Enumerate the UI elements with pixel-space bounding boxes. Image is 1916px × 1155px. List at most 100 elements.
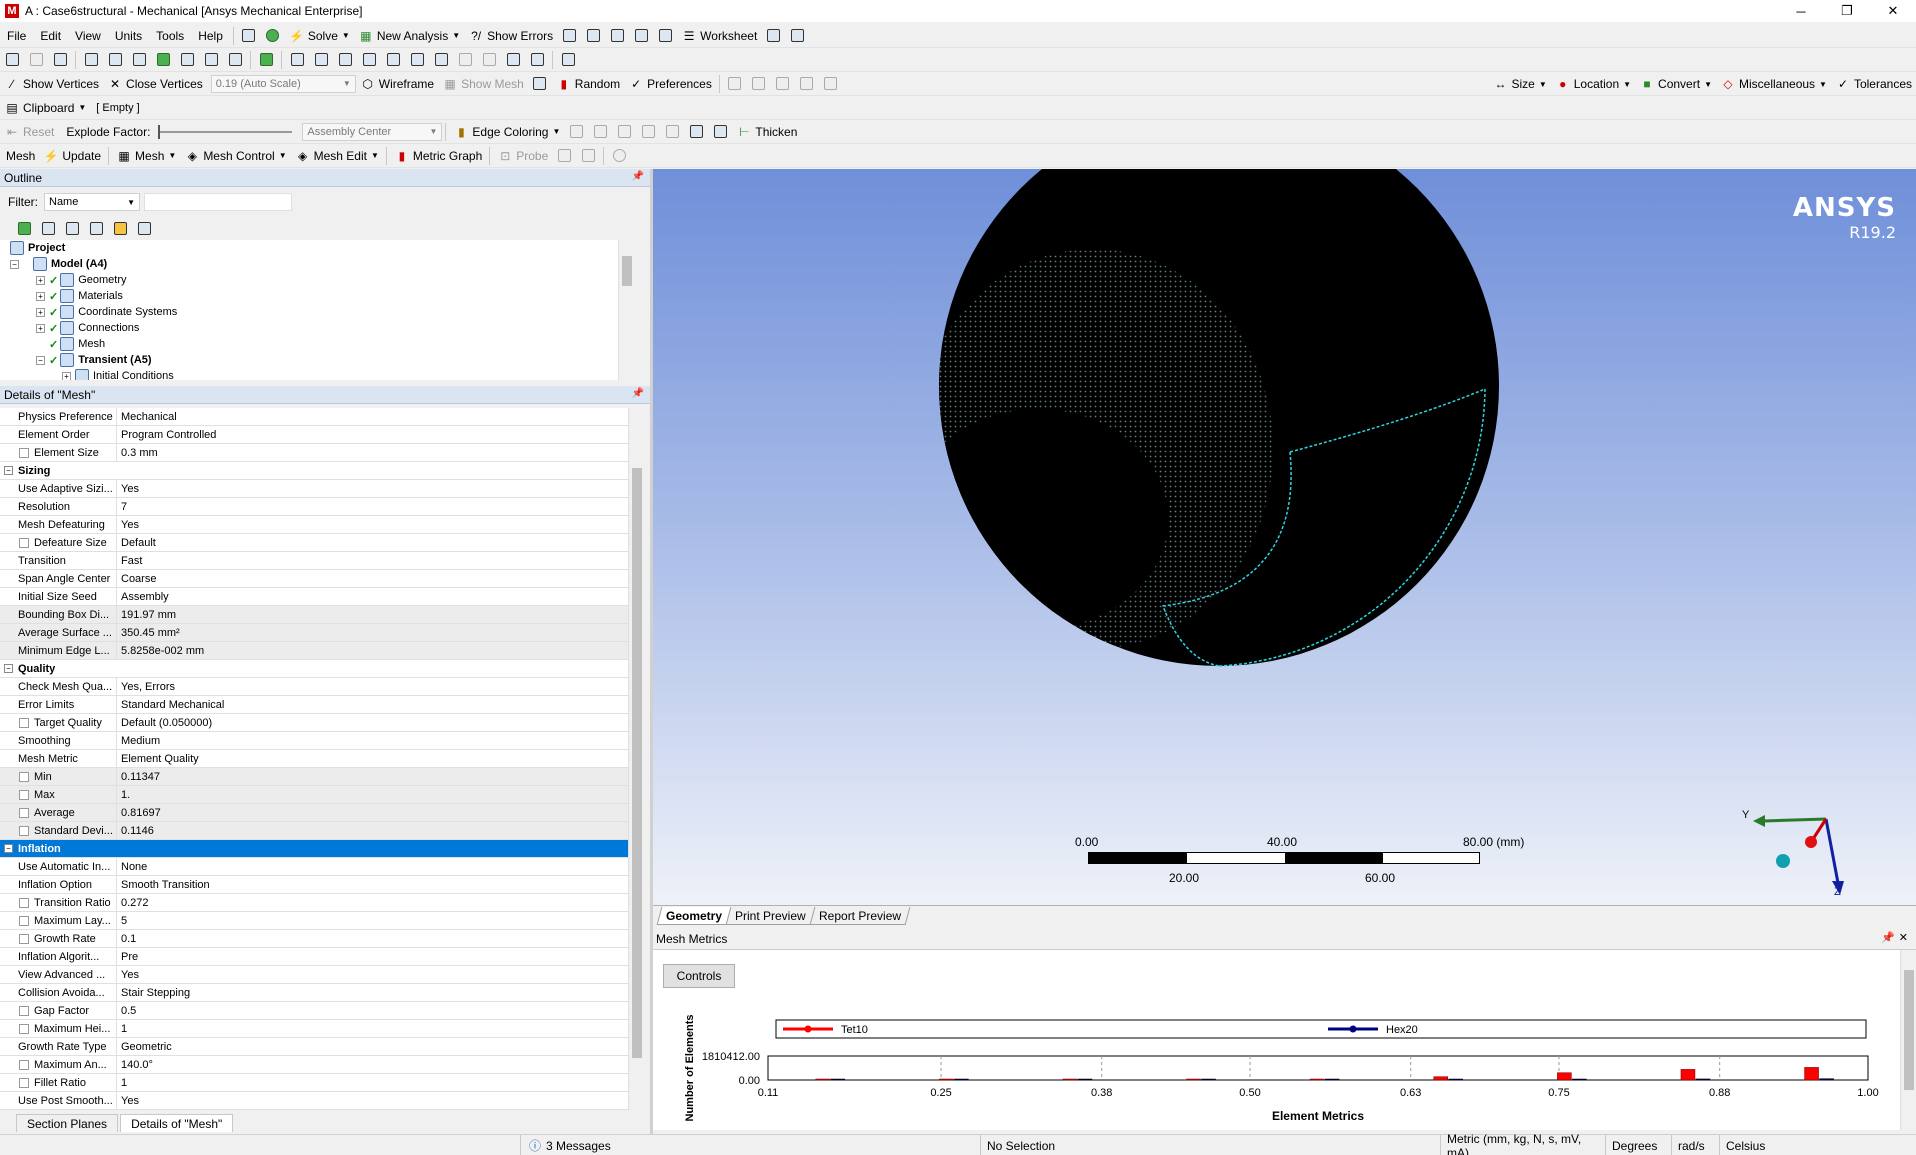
suppress-icon[interactable] bbox=[36, 218, 60, 238]
pin-icon[interactable]: 📌 bbox=[632, 388, 644, 399]
maximize-button[interactable]: ❐ bbox=[1824, 0, 1870, 22]
tree-item-coordinate-systems[interactable]: + ✓ Coordinate Systems bbox=[36, 304, 177, 320]
select-element-face-icon[interactable] bbox=[199, 50, 223, 70]
details-property-value[interactable]: 0.3 mm bbox=[116, 444, 158, 462]
details-property-value[interactable]: Yes bbox=[116, 516, 139, 534]
zoom-fit-icon[interactable] bbox=[381, 50, 405, 70]
details-property-value[interactable]: Pre bbox=[116, 948, 138, 966]
details-row[interactable]: Use Adaptive Sizi... Yes bbox=[0, 480, 628, 498]
select-vertex-icon[interactable] bbox=[48, 50, 72, 70]
outline-scrollbar[interactable] bbox=[618, 240, 634, 380]
details-row[interactable]: Target Quality Default (0.050000) bbox=[0, 714, 628, 732]
details-row[interactable]: Error Limits Standard Mechanical bbox=[0, 696, 628, 714]
command-icon[interactable] bbox=[237, 26, 261, 46]
details-row[interactable]: Fillet Ratio 1 bbox=[0, 1074, 628, 1092]
shape-icon[interactable] bbox=[607, 146, 631, 166]
scale-combo[interactable]: 0.19 (Auto Scale) ▼ bbox=[210, 74, 356, 93]
menu-view[interactable]: View bbox=[68, 26, 108, 46]
explode-factor-slider[interactable] bbox=[158, 123, 293, 141]
details-row[interactable]: Max 1. bbox=[0, 786, 628, 804]
mesh-edit-button[interactable]: ◈ Mesh Edit ▼ bbox=[291, 146, 383, 166]
menu-units[interactable]: Units bbox=[108, 26, 149, 46]
new-analysis-button[interactable]: ▦ New Analysis ▼ bbox=[354, 26, 464, 46]
named-view-icon[interactable] bbox=[501, 50, 525, 70]
details-row[interactable]: Gap Factor 0.5 bbox=[0, 1002, 628, 1020]
expand-icon[interactable]: + bbox=[36, 307, 45, 317]
minimize-button[interactable]: ─ bbox=[1778, 0, 1824, 22]
toolbar-icon-a[interactable] bbox=[557, 26, 581, 46]
image-icon[interactable] bbox=[653, 26, 677, 46]
expand-icon[interactable]: + bbox=[62, 371, 71, 380]
convert-button[interactable]: ■ Convert ▼ bbox=[1635, 74, 1716, 94]
details-property-value[interactable]: 1 bbox=[116, 1020, 127, 1038]
tab-geometry[interactable]: Geometry bbox=[656, 907, 732, 925]
status-units[interactable]: Metric (mm, kg, N, s, mV, mA) bbox=[1440, 1132, 1605, 1155]
filter-combo[interactable]: Name ▼ bbox=[44, 193, 140, 211]
parameter-checkbox[interactable] bbox=[19, 790, 29, 800]
expand-icon[interactable]: + bbox=[36, 323, 45, 333]
probe-icon-a[interactable] bbox=[552, 146, 576, 166]
align-icon-d[interactable] bbox=[795, 74, 819, 94]
details-row[interactable]: Mesh Metric Element Quality bbox=[0, 750, 628, 768]
tree-item-mesh[interactable]: ✓ Mesh bbox=[49, 336, 105, 352]
magnifier-icon[interactable] bbox=[429, 50, 453, 70]
tree-expand-icon[interactable] bbox=[60, 218, 84, 238]
tree-item-transient[interactable]: − ✓ Transient (A5) bbox=[36, 352, 152, 368]
details-property-value[interactable]: 0.81697 bbox=[116, 804, 161, 822]
details-row[interactable]: Element Size 0.3 mm bbox=[0, 444, 628, 462]
show-vertices-button[interactable]: ∕ Show Vertices bbox=[0, 74, 103, 94]
status-messages[interactable]: ⓘ 3 Messages bbox=[520, 1135, 770, 1155]
close-icon[interactable]: ✕ bbox=[1899, 932, 1912, 944]
details-property-value[interactable]: 191.97 mm bbox=[116, 606, 176, 624]
parameter-checkbox[interactable] bbox=[19, 1060, 29, 1070]
select-mode-icon[interactable] bbox=[0, 50, 24, 70]
details-section-sizing[interactable]: − Sizing bbox=[0, 462, 628, 480]
status-angle[interactable]: Degrees bbox=[1605, 1135, 1671, 1155]
details-property-value[interactable]: 0.11347 bbox=[116, 768, 160, 786]
select-edge-icon[interactable] bbox=[103, 50, 127, 70]
parameter-checkbox[interactable] bbox=[19, 934, 29, 944]
edge-coloring-button[interactable]: ▮ Edge Coloring ▼ bbox=[449, 122, 564, 142]
graphics-viewport[interactable]: ANSYS R19.2 0.00 40.00 80.00 (mm) 20.00 … bbox=[653, 169, 1916, 905]
select-body-icon[interactable] bbox=[151, 50, 175, 70]
details-property-value[interactable]: 350.45 mm² bbox=[116, 624, 180, 642]
tree-item-materials[interactable]: + ✓ Materials bbox=[36, 288, 123, 304]
menu-edit[interactable]: Edit bbox=[33, 26, 68, 46]
text-icon[interactable] bbox=[629, 26, 653, 46]
refresh-tree-icon[interactable] bbox=[12, 218, 36, 238]
tree-item-model[interactable]: − Model (A4) bbox=[10, 256, 107, 272]
collapse-icon[interactable]: − bbox=[4, 664, 13, 673]
edge-icon-d[interactable] bbox=[636, 122, 660, 142]
align-icon-c[interactable] bbox=[771, 74, 795, 94]
tab-details-mesh[interactable]: Details of "Mesh" bbox=[120, 1114, 234, 1132]
details-property-value[interactable]: 0.1146 bbox=[116, 822, 154, 840]
details-row[interactable]: Standard Devi... 0.1146 bbox=[0, 822, 628, 840]
extend-selection-icon[interactable] bbox=[254, 50, 278, 70]
location-button[interactable]: ● Location ▼ bbox=[1551, 74, 1635, 94]
parameter-checkbox[interactable] bbox=[19, 718, 29, 728]
details-property-value[interactable]: Standard Mechanical bbox=[116, 696, 224, 714]
zoom-icon[interactable] bbox=[333, 50, 357, 70]
color-icon[interactable] bbox=[528, 74, 552, 94]
details-row[interactable]: Growth Rate 0.1 bbox=[0, 930, 628, 948]
details-row[interactable]: Element Order Program Controlled bbox=[0, 426, 628, 444]
tab-section-planes[interactable]: Section Planes bbox=[16, 1114, 119, 1132]
edge-icon-c[interactable] bbox=[612, 122, 636, 142]
parameter-checkbox[interactable] bbox=[19, 826, 29, 836]
pin-icon[interactable]: 📌 bbox=[1881, 932, 1899, 944]
toolbar-icon-b[interactable] bbox=[581, 26, 605, 46]
tree-item-geometry[interactable]: + ✓ Geometry bbox=[36, 272, 127, 288]
menu-help[interactable]: Help bbox=[191, 26, 230, 46]
details-property-value[interactable]: Assembly bbox=[116, 588, 169, 606]
details-property-value[interactable]: 1. bbox=[116, 786, 130, 804]
collapse-icon[interactable]: − bbox=[4, 844, 13, 853]
details-row[interactable]: Resolution 7 bbox=[0, 498, 628, 516]
size-button[interactable]: ↔ Size ▼ bbox=[1488, 74, 1550, 94]
details-row[interactable]: View Advanced ... Yes bbox=[0, 966, 628, 984]
details-row[interactable]: Span Angle Center Coarse bbox=[0, 570, 628, 588]
details-property-value[interactable]: Default bbox=[116, 534, 156, 552]
folder-icon[interactable] bbox=[108, 218, 132, 238]
details-section-inflation[interactable]: − Inflation bbox=[0, 840, 628, 858]
expand-icon[interactable]: + bbox=[36, 275, 45, 285]
edge-icon-b[interactable] bbox=[588, 122, 612, 142]
